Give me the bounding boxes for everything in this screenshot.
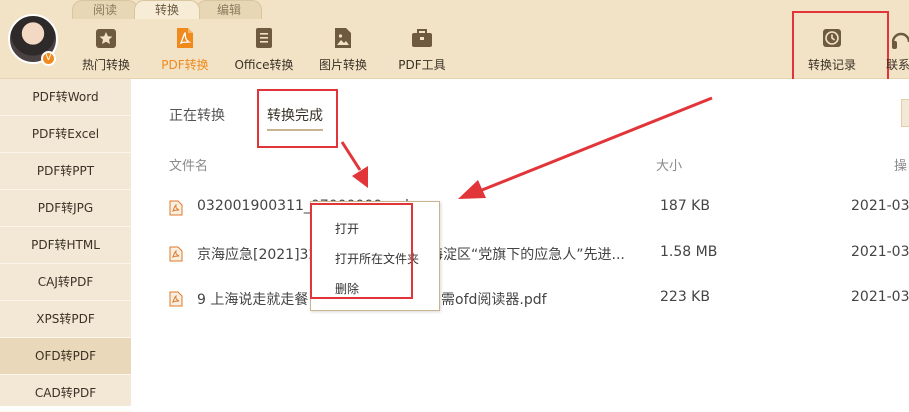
sidebar-item-pdf-to-excel[interactable]: PDF转Excel: [0, 116, 131, 153]
sidebar-item-xps-to-pdf[interactable]: XPS转PDF: [0, 301, 131, 338]
column-header-size: 大小: [656, 159, 683, 174]
image-icon: [335, 28, 351, 48]
hot-convert-button[interactable]: 热门转换: [66, 26, 146, 74]
file-size: 187 KB: [660, 198, 710, 214]
office-convert-button[interactable]: Office转换: [224, 26, 304, 74]
conversion-list-panel: 正在转换 转换完成 文件名 大小 操 032001900311_07000000…: [131, 79, 909, 406]
pdf-tools-button[interactable]: PDF工具: [382, 26, 462, 74]
file-name-tail: 海淀区“党旗下的应急人”先进...: [429, 247, 625, 263]
file-date: 2021-03-: [851, 198, 909, 214]
annotation-box-converted-tab: [257, 89, 338, 148]
sidebar-item-pdf-to-jpg[interactable]: PDF转JPG: [0, 190, 131, 227]
star-icon: [96, 29, 116, 48]
column-header-action: 操: [894, 159, 908, 174]
pdf-convert-label: PDF转换: [161, 58, 209, 72]
toolbox-icon: [412, 29, 432, 47]
hot-convert-label: 热门转换: [81, 58, 130, 72]
column-header-name: 文件名: [169, 159, 209, 174]
sidebar-item-caj-to-pdf[interactable]: CAJ转PDF: [0, 264, 131, 301]
table-row[interactable]: 京海应急[2021]32 海淀区“党旗下的应急人”先进... 1.58 MB 2…: [131, 239, 909, 267]
image-convert-label: 图片转换: [318, 58, 367, 72]
tab-convert[interactable]: 转换: [134, 0, 200, 19]
sidebar-item-pdf-to-ppt[interactable]: PDF转PPT: [0, 153, 131, 190]
top-toolbar: V 阅读 转换 编辑 热门转换 PDF转换 Office转换 图片转换 PDF工…: [0, 0, 909, 85]
pdf-file-icon: [169, 246, 183, 262]
file-name: 京海应急[2021]32: [197, 247, 318, 263]
office-convert-label: Office转换: [234, 58, 294, 72]
file-name-tail: 需ofd阅读器.pdf: [441, 292, 547, 308]
pdf-file-icon: [169, 291, 183, 307]
file-name: 9 上海说走就走餐: [197, 292, 309, 308]
table-row[interactable]: 9 上海说走就走餐 需ofd阅读器.pdf 223 KB 2021-03-: [131, 284, 909, 312]
sidebar-item-pdf-to-word[interactable]: PDF转Word: [0, 79, 131, 116]
conversion-type-sidebar: PDF转Word PDF转Excel PDF转PPT PDF转JPG PDF转H…: [0, 79, 131, 412]
table-row[interactable]: 032001900311_07000000 ...d 187 KB 2021-0…: [131, 193, 909, 221]
ribbon-tabs: 阅读 转换 编辑: [72, 0, 262, 19]
panel-edge-button[interactable]: [901, 99, 909, 127]
file-size: 223 KB: [660, 289, 710, 305]
image-convert-button[interactable]: 图片转换: [303, 26, 383, 74]
file-size: 1.58 MB: [660, 244, 718, 260]
tab-read[interactable]: 阅读: [72, 0, 138, 19]
tab-converting[interactable]: 正在转换: [169, 105, 225, 125]
vip-badge: V: [41, 51, 56, 66]
file-date: 2021-03-: [851, 289, 909, 305]
contact-label: 联系: [886, 58, 909, 72]
sidebar-item-ofd-to-pdf[interactable]: OFD转PDF: [0, 338, 131, 375]
sidebar-item-cad-to-pdf[interactable]: CAD转PDF: [0, 375, 131, 412]
tab-edit[interactable]: 编辑: [196, 0, 262, 19]
sidebar-item-pdf-to-html[interactable]: PDF转HTML: [0, 227, 131, 264]
document-icon: [256, 28, 272, 48]
annotation-box-history: [792, 11, 889, 85]
pdf-convert-button[interactable]: PDF转换: [145, 26, 225, 74]
headset-icon[interactable]: [890, 28, 909, 52]
file-date: 2021-03-: [851, 244, 909, 260]
pdf-icon: [177, 28, 193, 48]
pdf-file-icon: [169, 200, 183, 216]
pdf-tools-label: PDF工具: [398, 58, 446, 72]
annotation-box-context-menu: [310, 203, 413, 299]
